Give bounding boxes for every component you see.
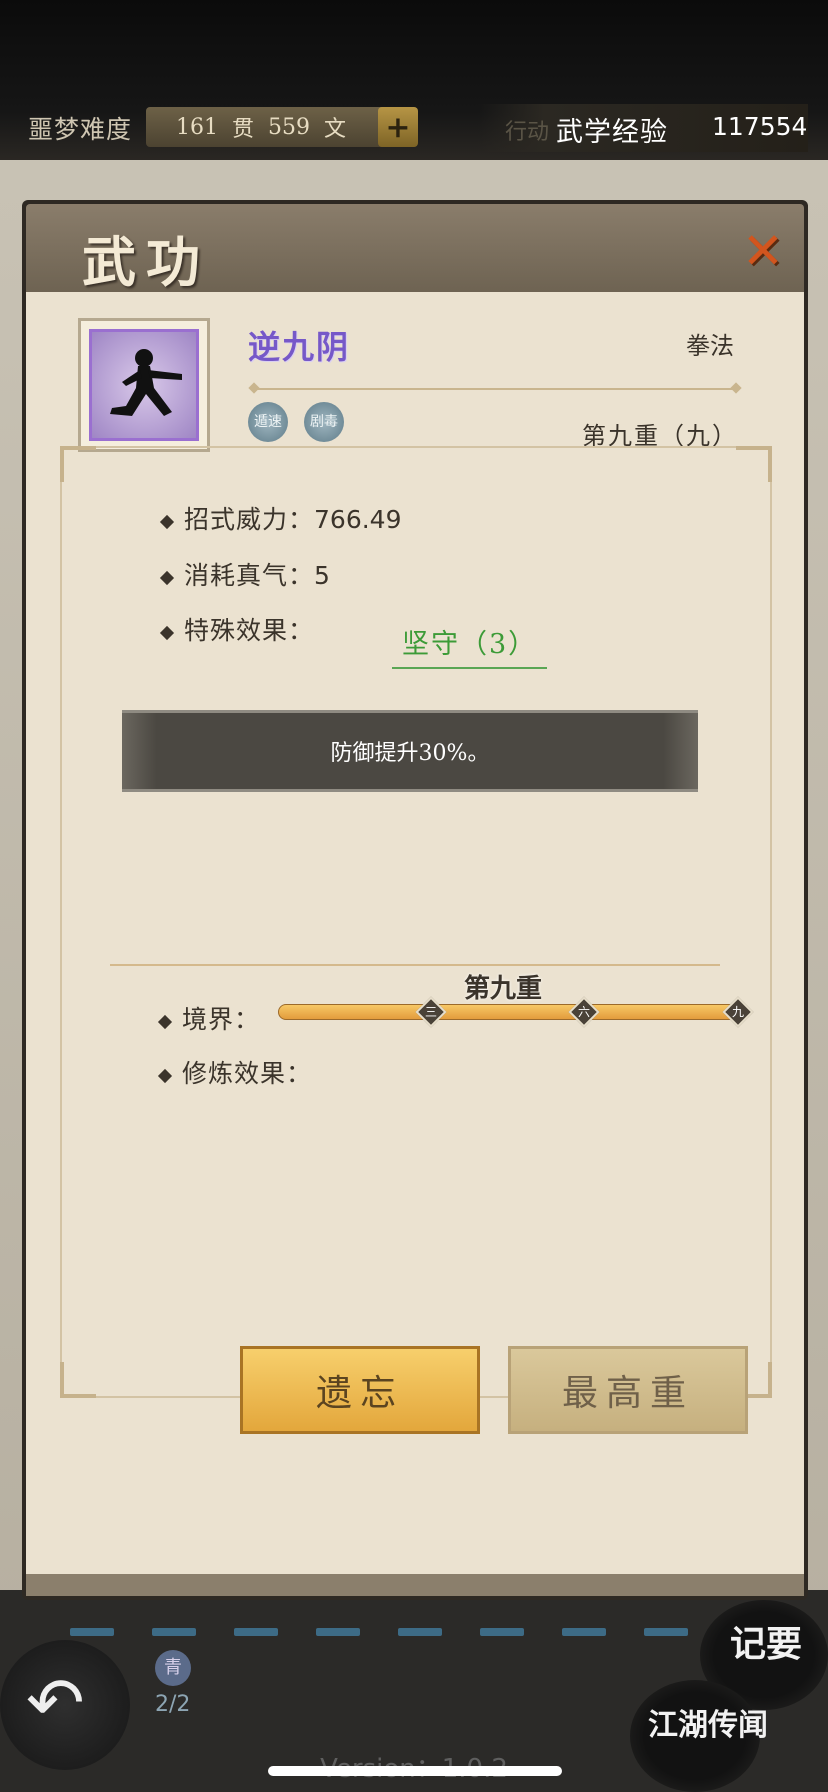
- currency-wen-unit: 文: [324, 117, 347, 142]
- currency-guan-unit: 贯: [232, 117, 255, 142]
- mini-tab[interactable]: [644, 1628, 688, 1636]
- max-level-button[interactable]: 最高重: [508, 1346, 748, 1434]
- corner-ornament: [60, 1362, 96, 1398]
- realm-marker-label: 三: [424, 1005, 437, 1019]
- section-divider: [110, 964, 720, 966]
- notes-button[interactable]: 记要: [730, 1615, 802, 1667]
- dialog-body: 逆九阴 拳法 遁速 剧毒 第九重（九） 招式威力：766.49 消耗真气：5 特…: [26, 292, 804, 1574]
- forget-button[interactable]: 遗忘: [240, 1346, 480, 1434]
- difficulty-label: 噩梦难度: [28, 115, 133, 144]
- corner-ornament: [60, 446, 96, 482]
- bullet-diamond-icon: [159, 514, 175, 529]
- corner-ornament: [736, 446, 772, 482]
- mini-tab[interactable]: [316, 1628, 360, 1636]
- page-badge-icon: 青: [155, 1650, 191, 1686]
- realm-label: 境界：: [182, 1005, 261, 1034]
- mini-tab[interactable]: [480, 1628, 524, 1636]
- tag-poison-icon[interactable]: 剧毒: [304, 402, 344, 442]
- martial-arts-dialog: 武功 ✕ 逆九阴 拳法 遁速 剧毒 第九重（九） 招式威力：766.49 消耗真…: [22, 200, 808, 1600]
- skill-type: 拳法: [686, 332, 734, 360]
- mini-tab[interactable]: [152, 1628, 196, 1636]
- mini-tab[interactable]: [70, 1628, 114, 1636]
- realm-marker-label: 九: [731, 1005, 744, 1019]
- bullet-diamond-icon: [157, 1068, 173, 1083]
- rumors-button[interactable]: 江湖传闻: [648, 1700, 768, 1744]
- bullet-diamond-icon: [157, 1014, 173, 1029]
- special-effect-link[interactable]: 坚守（3）: [392, 622, 548, 669]
- skill-name: 逆九阴: [248, 328, 351, 366]
- mini-tab[interactable]: [562, 1628, 606, 1636]
- mini-tab[interactable]: [234, 1628, 278, 1636]
- currency-wen: 559: [268, 114, 311, 140]
- martial-exp-value: 117554: [712, 112, 808, 141]
- dialog-header: 武功 ✕: [26, 204, 804, 294]
- stat-special: 特殊效果：: [159, 611, 315, 647]
- page-indicator: 2/2: [155, 1692, 191, 1717]
- home-indicator[interactable]: [268, 1766, 562, 1776]
- mini-tab[interactable]: [398, 1628, 442, 1636]
- obscured-label: 行动: [505, 120, 550, 145]
- effect-description: 防御提升30%。: [122, 710, 698, 792]
- skill-portrait[interactable]: [78, 318, 210, 452]
- skill-info-panel: 招式威力：766.49 消耗真气：5 特殊效果：: [60, 446, 772, 1398]
- title-divider: [254, 388, 736, 390]
- realm-marker-label: 六: [577, 1005, 590, 1019]
- currency-guan: 161: [176, 114, 218, 140]
- top-status-bar: 噩梦难度 161 贯 559 文 + 行动 武学经验 117554: [0, 0, 828, 160]
- mini-tab-strip: [70, 1628, 688, 1636]
- realm-row: 境界：: [157, 1000, 261, 1036]
- stat-power: 招式威力：766.49: [159, 500, 402, 536]
- stat-qi-label: 消耗真气：: [184, 561, 315, 590]
- currency-display: 161 贯 559 文: [146, 107, 414, 147]
- stat-qi-value: 5: [314, 561, 330, 590]
- add-currency-button[interactable]: +: [378, 107, 418, 147]
- dialog-footer: [26, 1574, 804, 1596]
- back-arrow-icon: ↶: [26, 1662, 85, 1744]
- stat-qi: 消耗真气：5: [159, 556, 330, 592]
- training-effect-row: 修炼效果：: [157, 1054, 313, 1090]
- stat-power-value: 766.49: [314, 505, 402, 534]
- bullet-diamond-icon: [159, 570, 175, 585]
- realm-current-level: 第九重: [464, 974, 543, 1004]
- stat-power-label: 招式威力：: [184, 505, 315, 534]
- stat-special-label: 特殊效果：: [184, 616, 315, 645]
- realm-progress-bar: 三 六 九: [278, 996, 754, 1028]
- bullet-diamond-icon: [159, 625, 175, 640]
- martial-exp-label: 武学经验: [556, 117, 668, 148]
- training-effect-label: 修炼效果：: [182, 1059, 313, 1088]
- dialog-title: 武功: [82, 230, 210, 294]
- fighter-silhouette-icon: [89, 329, 199, 441]
- tag-speed-icon[interactable]: 遁速: [248, 402, 288, 442]
- close-icon[interactable]: ✕: [738, 222, 788, 280]
